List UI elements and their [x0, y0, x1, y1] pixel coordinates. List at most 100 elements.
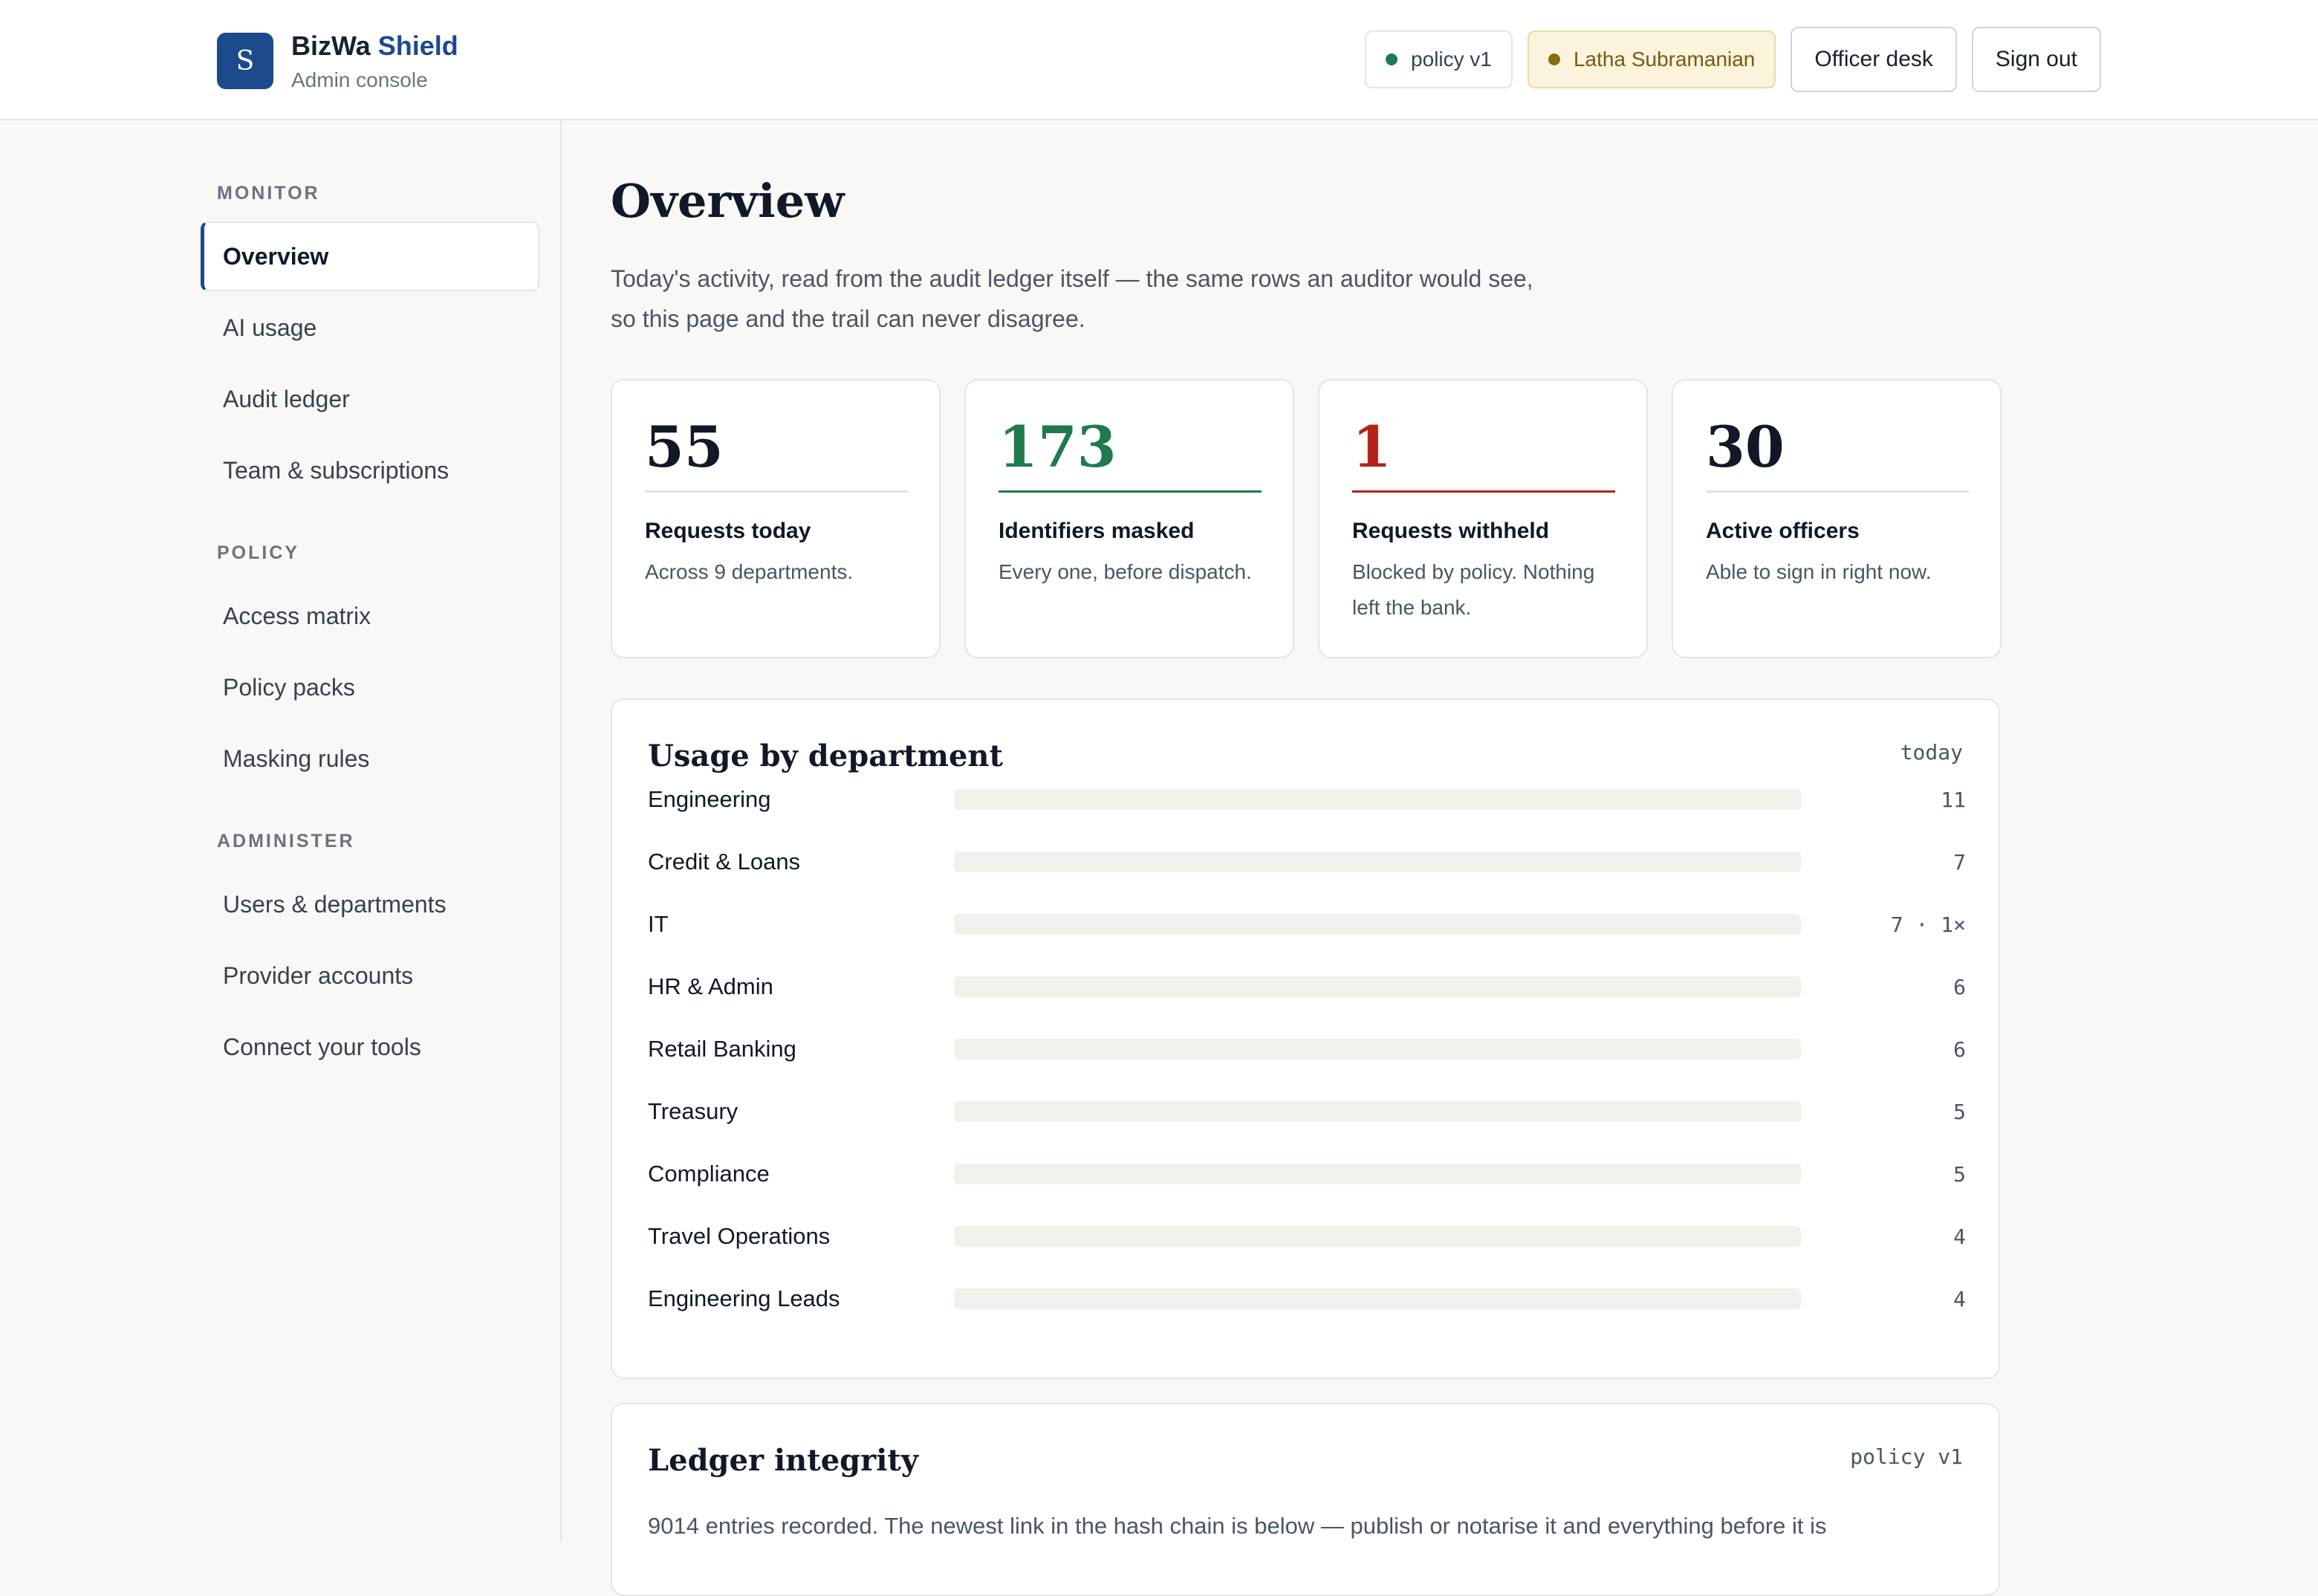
sign-out-button[interactable]: Sign out [1971, 27, 2101, 92]
brand[interactable]: S BizWa Shield Admin console [217, 30, 458, 92]
department-count: 6 [1953, 974, 1966, 999]
panel-period-tag: today [1900, 740, 1963, 765]
usage-bar [954, 851, 1801, 872]
department-name: Credit & Loans [648, 849, 801, 875]
officer-desk-button[interactable]: Officer desk [1791, 27, 1957, 92]
usage-bar-fill [954, 1101, 1340, 1122]
panel-policy-tag: policy v1 [1850, 1444, 1963, 1469]
nav-section-policy: POLICY [217, 542, 300, 563]
department-count: 6 [1953, 1037, 1966, 1062]
user-name: Latha Subramanian [1573, 48, 1756, 71]
usage-bar-fill [954, 914, 1493, 935]
top-bar: S BizWa Shield Admin console policy v1 L… [0, 0, 2318, 120]
stat-description: Across 9 departments. [645, 560, 854, 583]
stat-value: 30 [1706, 414, 1785, 480]
department-count: 4 [1953, 1286, 1966, 1311]
ledger-integrity-panel: Ledger integrity policy v1 9014 entries … [611, 1403, 2000, 1596]
shield-logo-icon: S [217, 33, 273, 89]
usage-bar [954, 1164, 1801, 1184]
department-count: 11 [1941, 787, 1966, 812]
table-row: Travel Operations 4 [648, 1218, 1966, 1255]
department-count: 5 [1953, 1161, 1966, 1187]
stat-card-identifiers-masked: 173 Identifiers masked Every one, before… [964, 379, 1294, 658]
brand-name-accent: Shield [377, 30, 458, 61]
department-count: 5 [1953, 1099, 1966, 1124]
stat-label: Identifiers masked [999, 519, 1195, 543]
table-row: IT 7 · 1× [648, 906, 1966, 943]
table-row: Compliance 5 [648, 1155, 1966, 1193]
sidebar-item-users-departments[interactable]: Users & departments [201, 869, 539, 939]
ledger-summary: 9014 entries recorded. The newest link i… [648, 1513, 1827, 1539]
sidebar-item-audit-ledger[interactable]: Audit ledger [201, 364, 539, 434]
stat-description: Able to sign in right now. [1706, 560, 1932, 583]
department-name: Engineering [648, 786, 771, 812]
stat-divider [1706, 490, 1969, 493]
department-count: 7 · 1× [1890, 912, 1966, 937]
usage-by-department-panel: Usage by department today Engineering 11 C… [611, 698, 2000, 1379]
policy-version-label: policy v1 [1411, 48, 1492, 71]
stat-label: Requests withheld [1352, 519, 1550, 543]
page-description: Today's activity, read from the audit le… [611, 265, 1533, 332]
stat-description: Blocked by policy. Nothing left the bank… [1352, 560, 1595, 619]
sidebar-item-provider-accounts[interactable]: Provider accounts [201, 941, 539, 1011]
usage-bar [954, 1288, 1801, 1309]
department-name: IT [648, 911, 669, 937]
policy-version-badge: policy v1 [1365, 30, 1513, 88]
usage-bar [954, 976, 1801, 997]
stat-divider [645, 490, 908, 493]
stat-value: 1 [1352, 414, 1392, 480]
department-name: Compliance [648, 1161, 770, 1187]
usage-bar-fill [954, 789, 1801, 810]
department-name: Travel Operations [648, 1223, 831, 1249]
panel-title: Usage by department [648, 739, 1003, 773]
usage-bar [954, 1101, 1801, 1122]
sidebar-item-overview[interactable]: Overview [201, 221, 539, 291]
sidebar-item-policy-packs[interactable]: Policy packs [201, 652, 539, 722]
user-dot-icon [1548, 53, 1560, 65]
brand-subtitle: Admin console [291, 68, 428, 91]
stat-divider [999, 490, 1262, 493]
department-count: 7 [1953, 849, 1966, 875]
department-name: Treasury [648, 1098, 738, 1124]
sidebar-item-masking-rules[interactable]: Masking rules [201, 724, 539, 794]
stat-value: 55 [645, 414, 724, 480]
usage-bar-fill [954, 976, 1416, 997]
table-row: Treasury 5 [648, 1093, 1966, 1130]
department-name: Engineering Leads [648, 1285, 840, 1311]
usage-bar [954, 1226, 1801, 1247]
department-count: 4 [1953, 1224, 1966, 1249]
table-row: Engineering Leads 4 [648, 1280, 1966, 1317]
usage-bar-fill [954, 1039, 1416, 1060]
stat-divider [1352, 490, 1615, 493]
usage-bar [954, 914, 1801, 935]
usage-bar-fill [954, 1226, 1262, 1247]
sidebar-item-team-subscriptions[interactable]: Team & subscriptions [201, 435, 539, 505]
stat-card-requests-today: 55 Requests today Across 9 departments. [611, 379, 941, 658]
table-row: Retail Banking 6 [648, 1031, 1966, 1068]
brand-name: BizWa Shield [291, 30, 458, 61]
user-badge: Latha Subramanian [1527, 30, 1776, 88]
stat-label: Requests today [645, 519, 811, 543]
usage-bar-fill [954, 1288, 1262, 1309]
nav-section-monitor: MONITOR [217, 183, 320, 204]
stat-label: Active officers [1706, 519, 1860, 543]
department-name: Retail Banking [648, 1036, 796, 1062]
sidebar: MONITOR Overview AI usage Audit ledger T… [0, 120, 562, 1541]
panel-title: Ledger integrity [648, 1443, 919, 1478]
sidebar-item-connect-tools[interactable]: Connect your tools [201, 1012, 539, 1082]
sidebar-item-access-matrix[interactable]: Access matrix [201, 581, 539, 651]
stat-card-requests-withheld: 1 Requests withheld Blocked by policy. N… [1318, 379, 1648, 658]
usage-bar [954, 1039, 1801, 1060]
table-row: Engineering 11 [648, 781, 1966, 818]
status-dot-icon [1386, 53, 1398, 65]
usage-bar-fill [954, 1164, 1340, 1184]
table-row: Credit & Loans 7 [648, 843, 1966, 880]
sidebar-item-ai-usage[interactable]: AI usage [201, 293, 539, 363]
department-name: HR & Admin [648, 973, 773, 999]
table-row: HR & Admin 6 [648, 968, 1966, 1005]
stat-card-active-officers: 30 Active officers Able to sign in right… [1672, 379, 2002, 658]
nav-section-administer: ADMINISTER [217, 831, 355, 851]
page-title: Overview [611, 174, 845, 228]
usage-bar-fill [954, 851, 1493, 872]
stat-value: 173 [999, 414, 1117, 480]
